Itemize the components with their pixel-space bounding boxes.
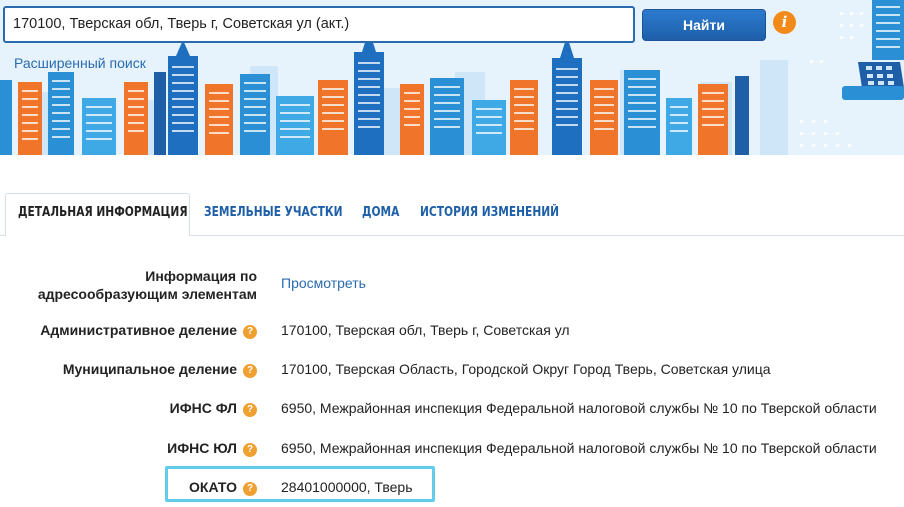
row-label-text: Административное деление — [40, 322, 237, 338]
help-icon[interactable]: ? — [243, 364, 257, 378]
tab-bar: ДЕТАЛЬНАЯ ИНФОРМАЦИЯ ЗЕМЕЛЬНЫЕ УЧАСТКИ Д… — [0, 193, 904, 235]
row-label-text: ИФНС ЮЛ — [167, 440, 237, 456]
row-label-admin-division: Административное деление? — [40, 322, 257, 339]
row-label-ifns-fl: ИФНС ФЛ? — [170, 400, 257, 417]
row-label-text: ИФНС ФЛ — [169, 400, 237, 416]
row-label-line: адресообразующим элементам — [37, 286, 257, 302]
municipal-division-value: 170100, Тверская Область, Городской Окру… — [281, 361, 771, 377]
laptop-illustration — [842, 62, 904, 100]
ifns-ul-value: 6950, Межрайонная инспекция Федеральной … — [281, 440, 877, 456]
advanced-search-link[interactable]: Расширенный поиск — [14, 55, 146, 71]
header-banner: 170100, Тверская обл, Тверь г, Советская… — [0, 0, 904, 155]
row-label-address-elements: Информация по адресообразующим элементам — [38, 267, 257, 303]
view-link[interactable]: Просмотреть — [281, 275, 366, 291]
tab-houses[interactable]: ДОМА — [362, 193, 399, 235]
row-label-line: Информация по — [145, 268, 257, 284]
row-label-text: Муниципальное деление — [62, 361, 237, 377]
okato-highlight-frame — [165, 466, 435, 502]
search-input[interactable]: 170100, Тверская обл, Тверь г, Советская… — [3, 6, 635, 43]
help-icon[interactable]: ? — [243, 443, 257, 457]
ifns-fl-value: 6950, Межрайонная инспекция Федеральной … — [281, 400, 877, 416]
find-button[interactable]: Найти — [642, 9, 766, 41]
help-icon[interactable]: ? — [243, 403, 257, 417]
tab-change-history[interactable]: ИСТОРИЯ ИЗМЕНЕНИЙ — [420, 193, 559, 235]
tab-detail-info[interactable]: ДЕТАЛЬНАЯ ИНФОРМАЦИЯ — [18, 193, 188, 235]
admin-division-value: 170100, Тверская обл, Тверь г, Советская… — [281, 322, 570, 338]
row-label-municipal-division: Муниципальное деление? — [63, 361, 257, 378]
help-icon[interactable]: ? — [243, 325, 257, 339]
info-icon[interactable]: i — [773, 11, 796, 34]
tab-land-plots[interactable]: ЗЕМЕЛЬНЫЕ УЧАСТКИ — [204, 193, 343, 235]
row-label-ifns-ul: ИФНС ЮЛ? — [167, 440, 257, 457]
